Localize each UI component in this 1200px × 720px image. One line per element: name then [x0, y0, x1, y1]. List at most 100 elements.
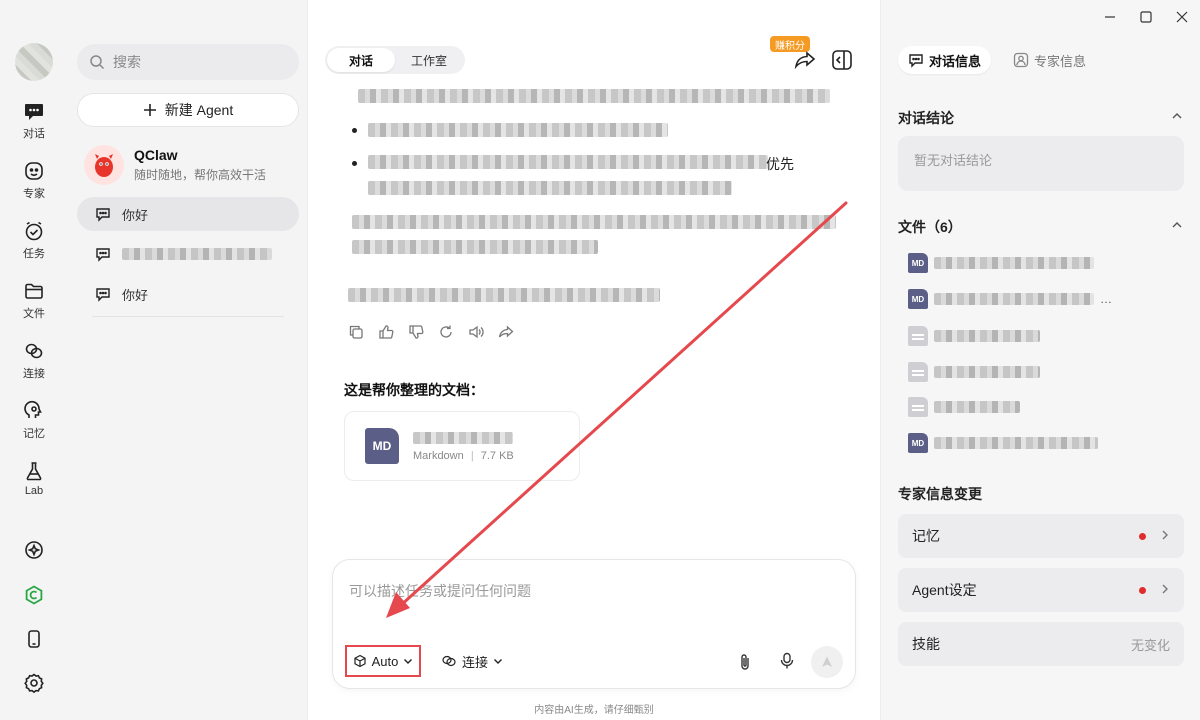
- regenerate-icon[interactable]: [438, 324, 454, 340]
- maximize-icon: [1140, 11, 1152, 23]
- list-divider: [92, 316, 284, 317]
- tab-conversation-info-label: 对话信息: [929, 53, 982, 69]
- thumbs-down-icon[interactable]: [408, 324, 424, 340]
- markdown-file-icon: MD: [908, 433, 928, 453]
- chevron-right-icon: [1162, 530, 1168, 540]
- message-composer[interactable]: 可以描述任务或提问任何问题 Auto 连接: [332, 559, 856, 689]
- conclusion-section-title: 对话结论: [898, 110, 954, 126]
- rail-bottom-settings[interactable]: [0, 672, 68, 694]
- rail-item-lab[interactable]: Lab: [0, 460, 68, 497]
- rail-item-connect[interactable]: 连接: [0, 340, 68, 381]
- change-status: 无变化: [1130, 637, 1170, 653]
- search-placeholder: 搜索: [113, 54, 141, 70]
- thumbs-up-icon[interactable]: [378, 324, 394, 340]
- rail-label: 对话: [23, 128, 45, 140]
- unread-dot: [1139, 532, 1146, 540]
- task-icon: [25, 221, 43, 241]
- chevron-down-icon: [404, 659, 413, 664]
- collapse-files-icon[interactable]: [1171, 219, 1183, 231]
- conversation-item[interactable]: 你好: [77, 197, 299, 231]
- link-icon: [442, 655, 456, 667]
- document-file-card[interactable]: MD Markdown | 7.7 KB: [344, 411, 580, 481]
- new-agent-button[interactable]: 新建 Agent: [77, 93, 299, 127]
- file-item[interactable]: [908, 362, 1040, 382]
- voice-input-button[interactable]: [780, 652, 794, 673]
- conversation-list-panel: 搜索 新建 Agent QClaw 随时随地，帮你高效干活 你好 你好: [68, 0, 308, 720]
- connect-select-button[interactable]: 连接: [441, 645, 503, 677]
- composer-placeholder: 可以描述任务或提问任何问题: [349, 583, 531, 599]
- changes-section-title: 专家信息变更: [898, 486, 982, 502]
- file-item[interactable]: MD …: [908, 289, 1112, 309]
- rail-item-files[interactable]: 文件: [0, 280, 68, 321]
- rail-bottom-green-logo[interactable]: [0, 584, 68, 606]
- qclaw-logo: [84, 145, 124, 185]
- close-button[interactable]: [1164, 0, 1200, 34]
- conversation-item[interactable]: 你好: [77, 277, 299, 311]
- rail-bottom-sparkle[interactable]: [0, 539, 68, 561]
- rail-item-memory[interactable]: 记忆: [0, 400, 68, 441]
- rail-label: 专家: [23, 188, 45, 200]
- rail-item-expert[interactable]: 专家: [0, 160, 68, 201]
- speaker-icon[interactable]: [468, 324, 484, 340]
- expert-icon: [1013, 52, 1029, 68]
- tab-chat[interactable]: 对话: [327, 48, 395, 72]
- change-row-memory[interactable]: 记忆: [898, 514, 1184, 558]
- minimize-icon: [1105, 16, 1115, 18]
- tab-expert-info[interactable]: 专家信息: [1003, 46, 1096, 74]
- file-item[interactable]: [908, 326, 1040, 346]
- model-select-label: Auto: [371, 653, 399, 669]
- search-input[interactable]: 搜索: [77, 44, 299, 80]
- conversation-title: 你好: [122, 207, 149, 223]
- message-fragment: 优先: [766, 156, 794, 172]
- copy-icon[interactable]: [348, 324, 364, 340]
- rail-item-task[interactable]: 任务: [0, 220, 68, 261]
- file-item[interactable]: MD: [908, 253, 1094, 273]
- conversation-item[interactable]: [77, 237, 299, 271]
- share-icon: [794, 51, 816, 70]
- files-section-title: 文件（6）: [898, 219, 962, 235]
- folder-icon: [25, 283, 43, 299]
- forward-icon[interactable]: [498, 324, 514, 340]
- icon-rail: 对话 专家 任务 文件 连接 记忆 Lab: [0, 0, 68, 720]
- rail-label: 文件: [23, 308, 45, 320]
- chevron-right-icon: [1162, 584, 1168, 594]
- change-label: 技能: [912, 636, 940, 652]
- tab-studio[interactable]: 工作室: [395, 48, 463, 72]
- attach-button[interactable]: [738, 653, 752, 674]
- link-icon: [25, 343, 43, 359]
- rail-bottom-phone[interactable]: [0, 628, 68, 650]
- chat-bubble-outline-icon: [96, 208, 110, 222]
- change-row-skills[interactable]: 技能 无变化: [898, 622, 1184, 666]
- model-select-button[interactable]: Auto: [345, 645, 421, 677]
- chat-bubble-outline-icon: [96, 248, 110, 262]
- file-size: 7.7 KB: [480, 450, 514, 462]
- conversation-title-blurred: [122, 248, 272, 260]
- message-line-blurred: [368, 181, 732, 195]
- file-item[interactable]: MD: [908, 433, 1098, 453]
- file-name-blurred: [934, 437, 1098, 449]
- message-line-blurred: [352, 215, 836, 229]
- change-row-agent-settings[interactable]: Agent设定: [898, 568, 1184, 612]
- conversation-title: 你好: [122, 287, 149, 303]
- change-label: Agent设定: [912, 582, 977, 598]
- toggle-panel-button[interactable]: [831, 49, 853, 74]
- file-name-blurred: [934, 293, 1094, 305]
- rail-label: 连接: [23, 368, 45, 380]
- share-button[interactable]: [794, 50, 816, 73]
- truncation-ellipsis: …: [1100, 292, 1112, 306]
- maximize-button[interactable]: [1128, 0, 1164, 34]
- send-button[interactable]: [811, 646, 843, 678]
- tab-conversation-info[interactable]: 对话信息: [898, 46, 992, 74]
- sparkle-icon: [25, 541, 43, 559]
- markdown-file-icon: MD: [365, 428, 399, 464]
- markdown-file-icon: MD: [908, 289, 928, 309]
- agent-subtitle: 随时随地，帮你高效干活: [134, 168, 267, 182]
- rail-item-chat[interactable]: 对话: [0, 100, 68, 141]
- minimize-button[interactable]: [1092, 0, 1128, 34]
- collapse-conclusion-icon[interactable]: [1171, 110, 1183, 122]
- file-name-blurred: [934, 366, 1040, 378]
- user-avatar[interactable]: [15, 43, 53, 81]
- agent-card-qclaw[interactable]: QClaw 随时随地，帮你高效干活: [84, 145, 266, 185]
- plus-icon: [143, 104, 156, 116]
- file-item[interactable]: [908, 397, 1020, 417]
